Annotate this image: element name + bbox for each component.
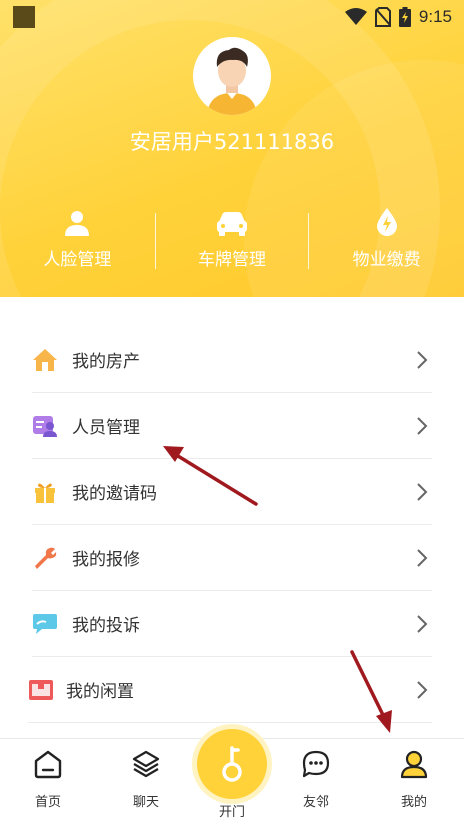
message-dots-icon xyxy=(302,750,330,778)
menu-item-label: 我的闲置 xyxy=(66,682,134,702)
tab-chat-label: 聊天 xyxy=(132,795,159,810)
menu-item-label: 我的邀请码 xyxy=(72,484,157,504)
open-door-button[interactable] xyxy=(197,729,267,799)
menu-item-complaint[interactable]: 我的投诉 xyxy=(32,591,432,657)
divider xyxy=(154,213,156,269)
chevron-right-icon xyxy=(417,614,428,633)
people-card-icon xyxy=(33,415,57,437)
notification-icon xyxy=(13,6,35,28)
menu-item-label: 我的投诉 xyxy=(72,616,140,636)
person-icon xyxy=(65,211,90,236)
home-icon xyxy=(34,750,62,779)
no-sim-icon xyxy=(374,7,391,27)
quick-actions: 人脸管理 车牌管理 物业缴费 xyxy=(0,205,464,275)
menu-item-my-property[interactable]: 我的房产 xyxy=(32,327,432,393)
property-fee-button[interactable]: 物业缴费 xyxy=(309,205,464,275)
battery-icon xyxy=(398,7,411,27)
plate-management-label: 车牌管理 xyxy=(198,250,266,270)
face-management-label: 人脸管理 xyxy=(43,250,112,270)
water-drop-icon xyxy=(376,208,397,236)
gift-icon xyxy=(35,483,55,503)
tab-home[interactable]: 首页 xyxy=(8,739,88,825)
plate-management-button[interactable]: 车牌管理 xyxy=(154,205,310,275)
tab-chat[interactable]: 聊天 xyxy=(106,739,186,825)
profile-header: 9:15 安居用户521111836 人脸管理 车牌管理 物业缴费 xyxy=(0,0,464,297)
chevron-right-icon xyxy=(417,482,428,501)
menu-item-invitation-code[interactable]: 我的邀请码 xyxy=(32,459,432,525)
user-icon xyxy=(400,750,428,779)
box-icon xyxy=(29,679,53,700)
chat-bubble-icon xyxy=(33,613,57,634)
layers-icon xyxy=(132,750,160,778)
user-avatar-icon xyxy=(207,47,257,115)
chevron-right-icon xyxy=(417,548,428,567)
status-time: 9:15 xyxy=(418,7,452,26)
menu-item-personnel-management[interactable]: 人员管理 xyxy=(32,393,432,459)
car-icon xyxy=(217,212,247,236)
menu-item-label: 我的房产 xyxy=(72,352,140,372)
property-fee-label: 物业缴费 xyxy=(352,250,421,270)
menu-item-label: 人员管理 xyxy=(72,418,140,438)
chevron-right-icon xyxy=(417,416,428,435)
wifi-icon xyxy=(344,8,367,25)
open-door-label: 开门 xyxy=(218,805,245,820)
tab-neighbors-label: 友邻 xyxy=(302,795,329,810)
menu-item-repair[interactable]: 我的报修 xyxy=(32,525,432,591)
key-icon xyxy=(222,746,242,782)
menu-item-idle-items[interactable]: 我的闲置 xyxy=(28,657,432,723)
tab-home-label: 首页 xyxy=(34,795,61,810)
menu-list: 我的房产 人员管理 我的邀请码 我的报修 我的投诉 我的闲置 xyxy=(28,327,432,723)
tab-mine[interactable]: 我的 xyxy=(374,739,454,825)
face-management-button[interactable]: 人脸管理 xyxy=(0,205,155,275)
wrench-icon xyxy=(35,547,57,569)
house-icon xyxy=(33,348,57,371)
menu-item-label: 我的报修 xyxy=(72,550,140,570)
avatar[interactable] xyxy=(193,37,271,115)
status-bar: 9:15 xyxy=(0,0,464,34)
tab-neighbors[interactable]: 友邻 xyxy=(276,739,356,825)
chevron-right-icon xyxy=(417,350,428,369)
tab-mine-label: 我的 xyxy=(400,795,427,810)
username: 安居用户521111836 xyxy=(129,130,335,154)
chevron-right-icon xyxy=(417,680,428,699)
